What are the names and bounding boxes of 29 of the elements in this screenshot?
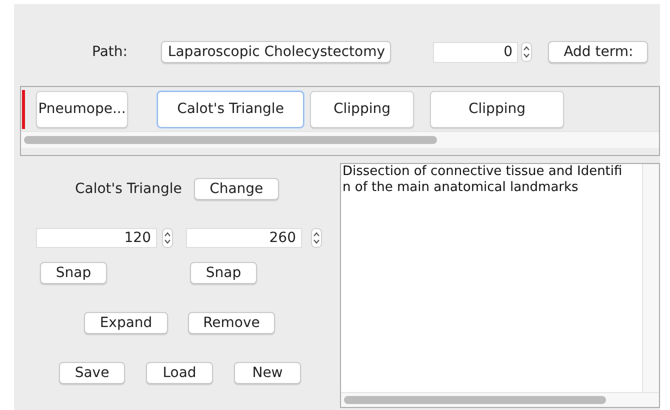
step-button[interactable]: Clipping	[430, 91, 564, 128]
change-button[interactable]: Change	[194, 178, 279, 200]
snap-button[interactable]: Snap	[190, 262, 257, 284]
end-field[interactable]: 260	[186, 228, 302, 248]
spinner-arrows-icon[interactable]	[162, 228, 173, 248]
description-area[interactable]: Dissection of connective tissue and Identifi n of the main anatomical landmarks	[340, 163, 660, 408]
scrollbar-thumb[interactable]	[344, 396, 606, 404]
snap-button[interactable]: Snap	[40, 262, 107, 284]
start-field[interactable]: 120	[36, 228, 157, 248]
file-button[interactable]: Load	[146, 362, 213, 384]
path-button[interactable]: Laparoscopic Cholecystectomy	[161, 41, 392, 63]
scrollbar-thumb[interactable]	[24, 136, 437, 144]
description-line: Dissection of connective tissue and Identifi	[342, 164, 624, 180]
remove-button[interactable]: Remove	[188, 312, 275, 334]
term-index-field[interactable]: 0	[433, 42, 518, 62]
file-button[interactable]: New	[234, 362, 301, 384]
step-button[interactable]: Pneumope...	[36, 91, 128, 128]
step-button[interactable]: Clipping	[310, 91, 414, 128]
step-button[interactable]: Calot's Triangle	[157, 91, 304, 128]
add-term-button[interactable]: Add term:	[548, 41, 648, 63]
description-line: n of the main anatomical landmarks	[342, 180, 580, 196]
path-label: Path:	[92, 42, 128, 62]
spinner-arrows-icon[interactable]	[521, 42, 532, 62]
scrollbar-track[interactable]	[642, 164, 659, 392]
spinner-arrows-icon[interactable]	[311, 228, 322, 248]
timeline-cursor	[22, 90, 25, 129]
file-button[interactable]: Save	[59, 362, 125, 384]
step-title: Calot's Triangle	[75, 180, 182, 198]
expand-button[interactable]: Expand	[84, 312, 168, 334]
